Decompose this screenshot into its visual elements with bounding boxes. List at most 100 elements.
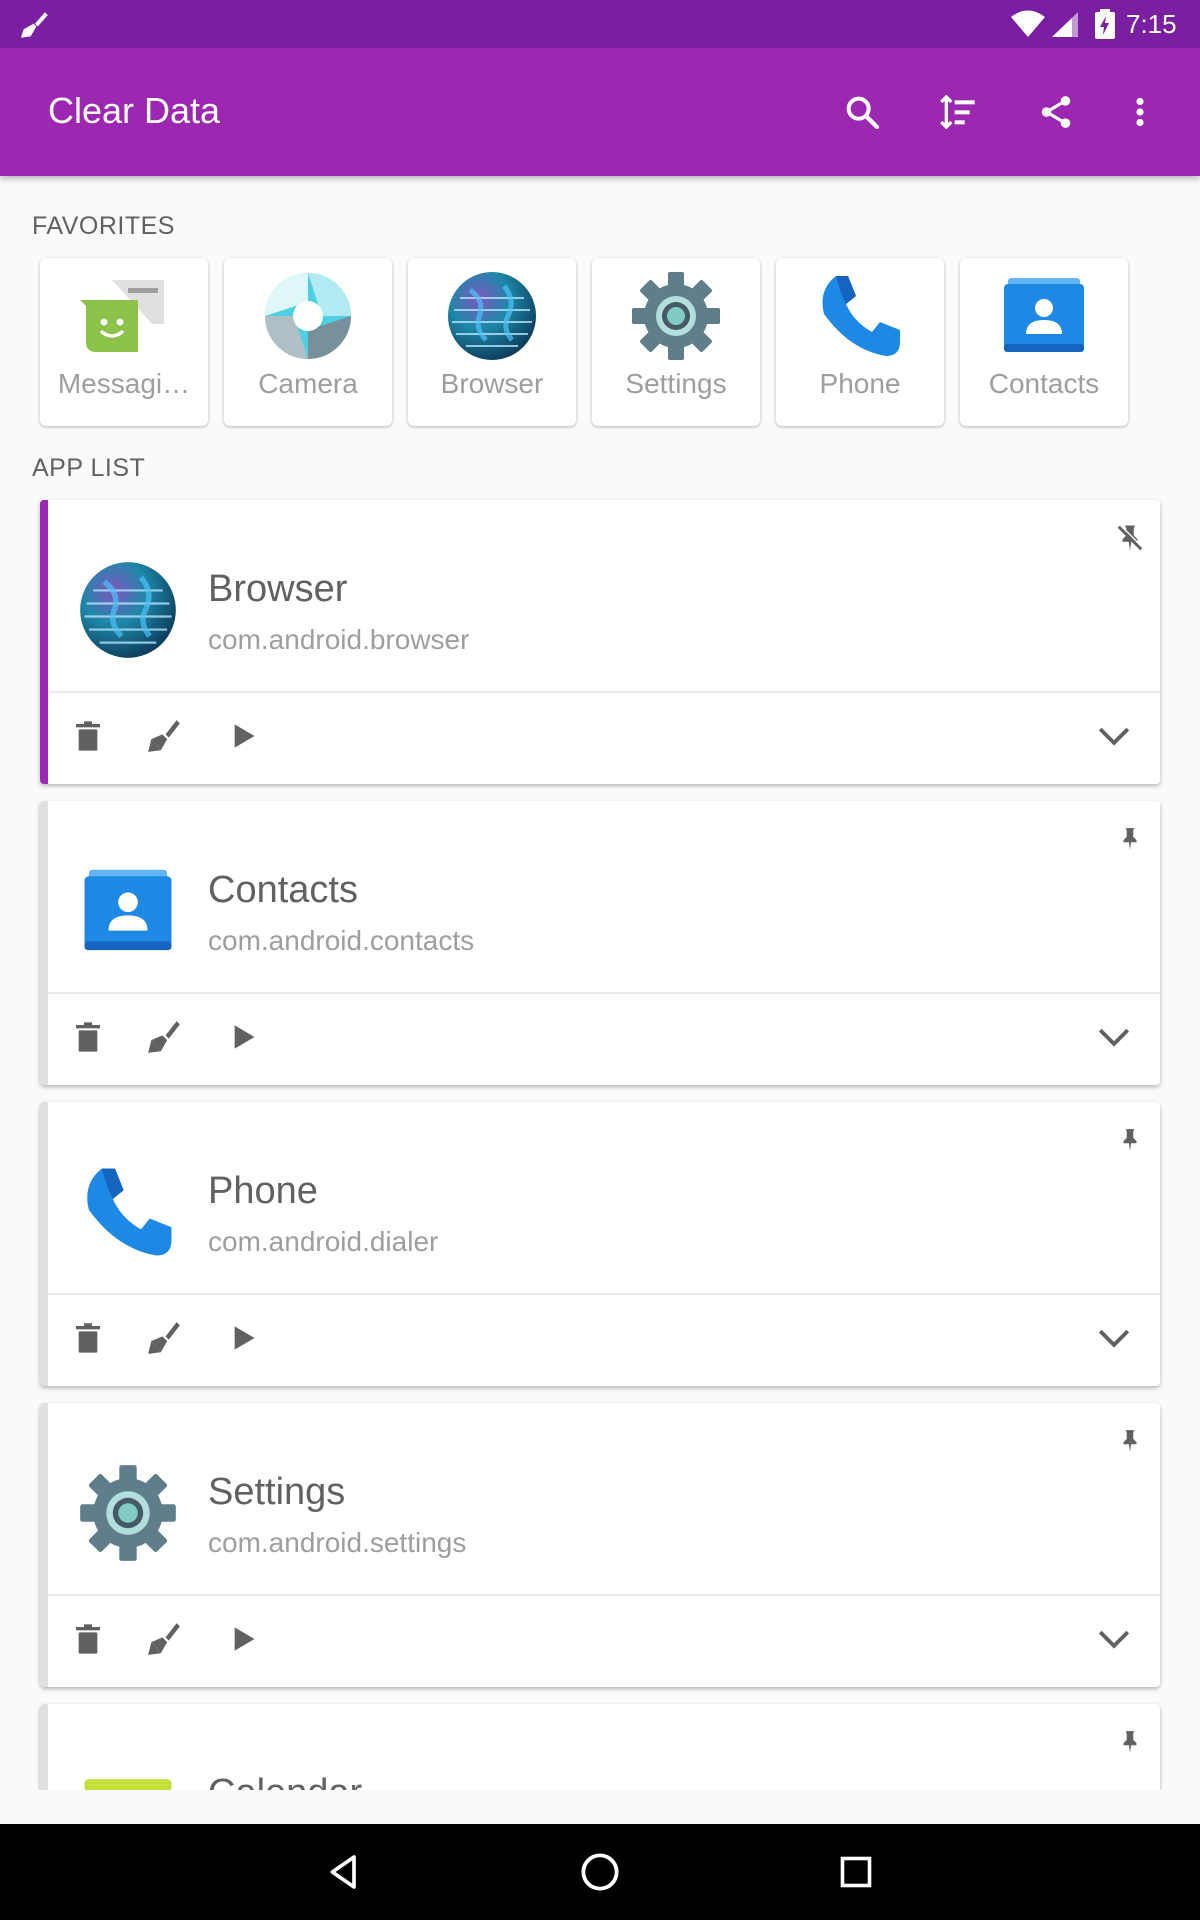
status-bar: 7:15 (0, 0, 1200, 48)
calendar-app-icon (84, 1779, 172, 1790)
pin-icon (1123, 1430, 1137, 1452)
app-card-contacts[interactable]: Contacts com.android.contacts (40, 801, 1160, 1085)
favorite-messaging[interactable]: Messagi… (40, 258, 208, 426)
expand-chevron-icon (1098, 727, 1130, 746)
favorite-phone[interactable]: Phone (776, 258, 944, 426)
launch-play-icon (234, 1326, 255, 1350)
favorite-label: Browser (440, 368, 544, 399)
card-divider (48, 1594, 1160, 1596)
launch-play-icon (234, 1627, 255, 1651)
navigation-bar (0, 1824, 1200, 1920)
sort-button[interactable] (934, 88, 982, 136)
expand-chevron-icon (1098, 1028, 1130, 1047)
settings-app-icon (80, 1465, 176, 1561)
broom-clear-icon (148, 1021, 180, 1053)
back-triangle-icon (330, 1855, 356, 1889)
launch-play-icon (234, 724, 255, 748)
app-card-phone[interactable]: Phone com.android.dialer (40, 1102, 1160, 1386)
more-vert-icon (1136, 97, 1144, 127)
delete-icon (76, 721, 100, 751)
launch-button[interactable] (220, 712, 268, 760)
card-accent (40, 1403, 48, 1687)
phone-app-icon (87, 1168, 172, 1256)
pin-button[interactable] (1110, 1421, 1150, 1461)
favorite-label: Camera (258, 368, 358, 399)
broom-clear-icon (148, 1322, 180, 1354)
phone-app-icon (822, 276, 900, 356)
card-divider (48, 1293, 1160, 1295)
app-list[interactable]: Browser com.android.browser Contacts com… (0, 490, 1200, 1790)
favorite-label: Settings (625, 368, 727, 399)
browser-app-icon (448, 272, 536, 360)
app-list-header: APP LIST (32, 454, 146, 482)
broom-clear-icon (148, 1623, 180, 1655)
contacts-app-icon (1004, 278, 1084, 352)
pin-button[interactable] (1110, 1120, 1150, 1160)
clear-data-button[interactable] (140, 1013, 188, 1061)
home-button[interactable] (572, 1844, 628, 1900)
share-button[interactable] (1032, 88, 1080, 136)
pin-icon (1123, 828, 1137, 850)
share-icon (1041, 96, 1071, 128)
sort-icon (940, 94, 975, 130)
launch-button[interactable] (220, 1013, 268, 1061)
pin-off-icon (1117, 524, 1144, 551)
favorite-browser[interactable]: Browser (408, 258, 576, 426)
expand-chevron-icon (1098, 1329, 1130, 1348)
pin-button[interactable] (1110, 1722, 1150, 1762)
favorite-label: Phone (819, 368, 901, 399)
app-title: Clear Data (48, 90, 221, 131)
app-card-settings[interactable]: Settings com.android.settings (40, 1403, 1160, 1687)
recents-square-icon (840, 1856, 872, 1888)
expand-button[interactable] (1090, 712, 1138, 760)
app-card-calendar[interactable]: Calendar (40, 1704, 1160, 1790)
broom-clear-icon (148, 720, 180, 752)
favorite-label: Contacts (988, 368, 1100, 399)
broom-notification-icon (20, 12, 48, 38)
clear-data-button[interactable] (140, 1314, 188, 1362)
search-icon (846, 96, 880, 130)
status-time: 7:15 (1126, 9, 1177, 39)
favorites-header: FAVORITES (32, 212, 175, 240)
launch-button[interactable] (220, 1314, 268, 1362)
uninstall-button[interactable] (64, 712, 112, 760)
app-name: Browser (208, 568, 348, 610)
card-accent (40, 500, 48, 784)
favorite-contacts[interactable]: Contacts (960, 258, 1128, 426)
clear-data-button[interactable] (140, 712, 188, 760)
settings-app-icon (632, 272, 720, 360)
expand-chevron-icon (1098, 1630, 1130, 1649)
pin-button[interactable] (1110, 819, 1150, 859)
app-package: com.android.settings (208, 1527, 467, 1558)
messaging-app-icon (80, 280, 164, 352)
card-accent (40, 1102, 48, 1386)
card-divider (48, 992, 1160, 994)
overflow-menu-button[interactable] (1116, 88, 1164, 136)
clear-data-button[interactable] (140, 1615, 188, 1663)
expand-button[interactable] (1090, 1615, 1138, 1663)
favorite-camera[interactable]: Camera (224, 258, 392, 426)
search-button[interactable] (838, 88, 886, 136)
unpin-button[interactable] (1110, 518, 1150, 558)
uninstall-button[interactable] (64, 1615, 112, 1663)
app-package: com.android.browser (208, 624, 470, 655)
camera-app-icon (265, 273, 351, 359)
pin-icon (1123, 1731, 1137, 1753)
back-button[interactable] (316, 1844, 372, 1900)
home-circle-icon (581, 1853, 619, 1891)
app-name: Calendar (208, 1772, 362, 1790)
expand-button[interactable] (1090, 1013, 1138, 1061)
favorite-settings[interactable]: Settings (592, 258, 760, 426)
pin-icon (1123, 1129, 1137, 1151)
app-name: Contacts (208, 869, 358, 911)
uninstall-button[interactable] (64, 1314, 112, 1362)
delete-icon (76, 1323, 100, 1353)
launch-button[interactable] (220, 1615, 268, 1663)
uninstall-button[interactable] (64, 1013, 112, 1061)
app-card-browser[interactable]: Browser com.android.browser (40, 500, 1160, 784)
favorite-label: Messagi… (57, 368, 191, 399)
recents-button[interactable] (828, 1844, 884, 1900)
expand-button[interactable] (1090, 1314, 1138, 1362)
browser-app-icon (80, 562, 176, 658)
app-name: Phone (208, 1170, 318, 1212)
